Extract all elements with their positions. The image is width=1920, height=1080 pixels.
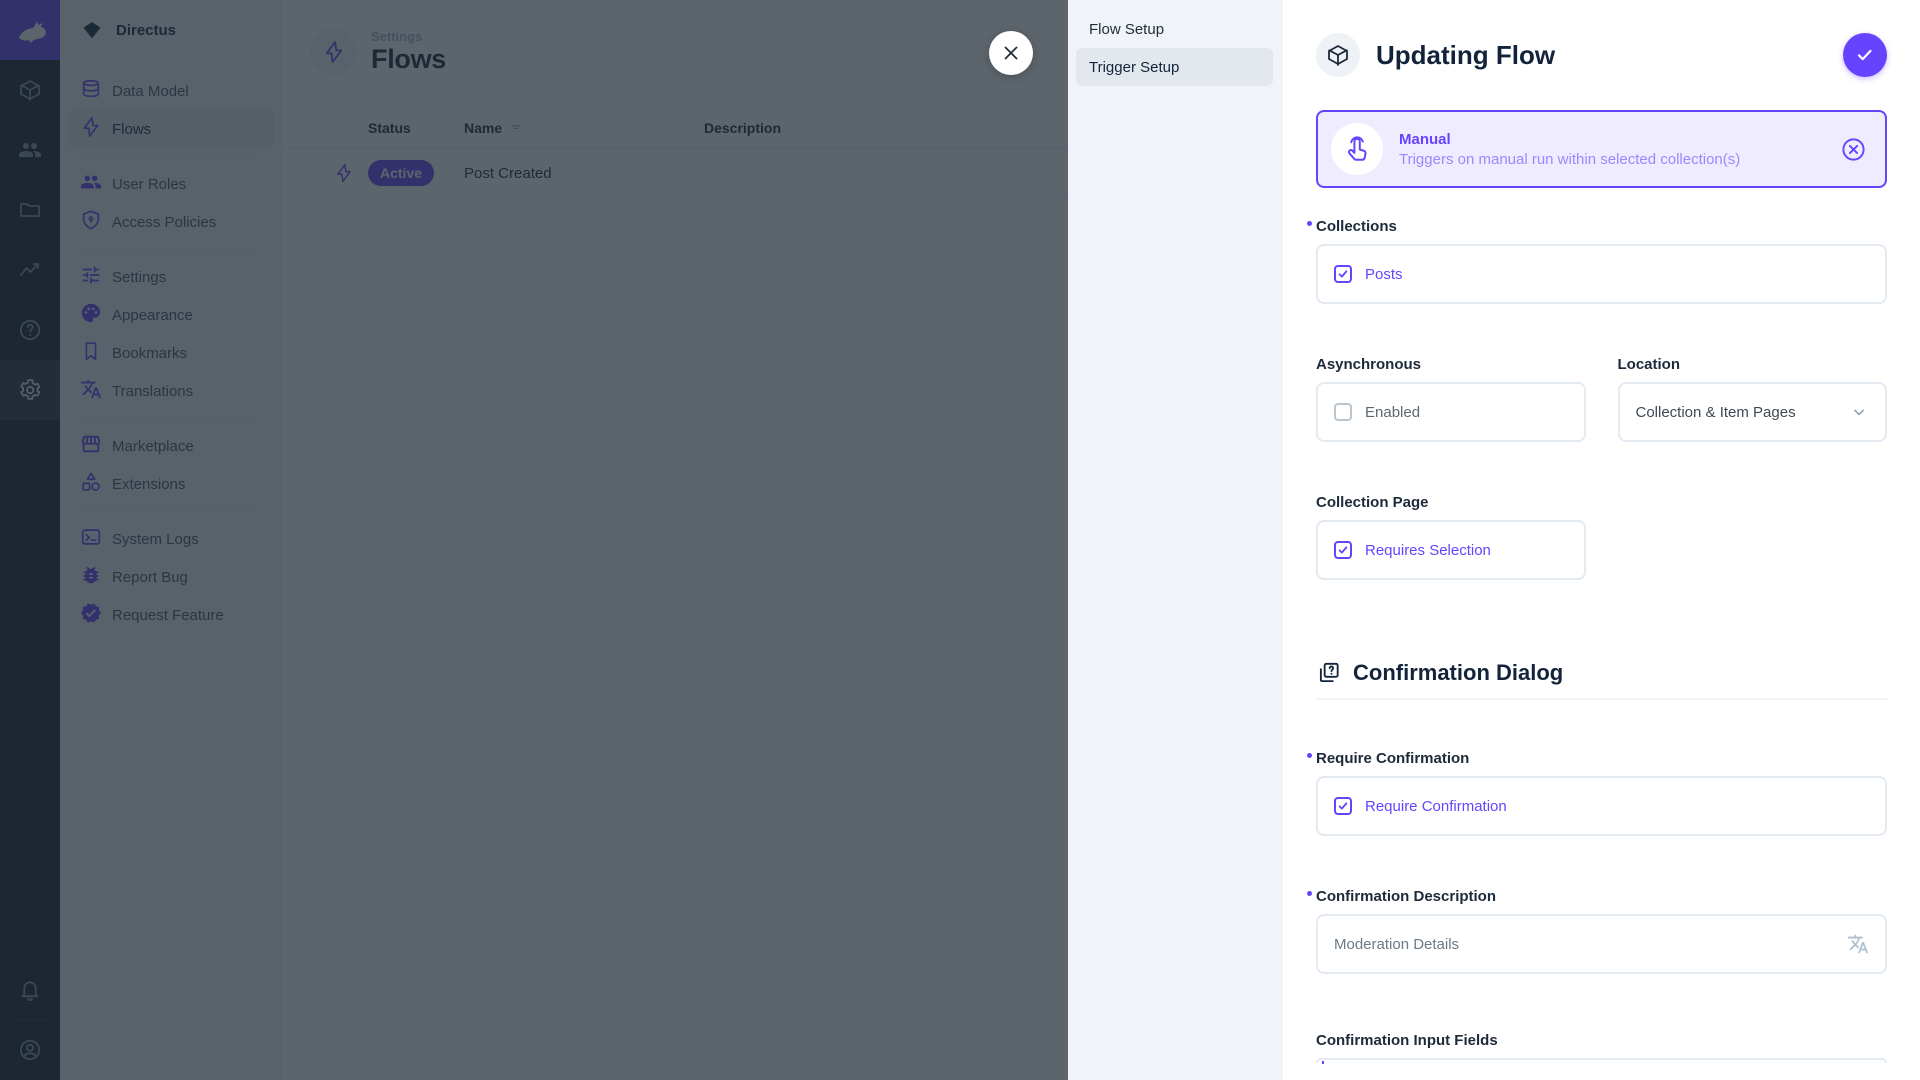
flow-drawer: Flow Setup Trigger Setup Updating Flow M… <box>1068 0 1920 1080</box>
location-field: Location Collection & Item Pages <box>1618 356 1888 442</box>
confirmation-input-fields-list[interactable] <box>1316 1058 1887 1063</box>
collection-page-field: Collection Page Requires Selection <box>1316 494 1586 580</box>
checkbox-checked-icon[interactable] <box>1334 541 1352 559</box>
location-select[interactable]: Collection & Item Pages <box>1618 382 1888 442</box>
checkbox-checked-icon[interactable] <box>1334 265 1352 283</box>
checkbox-unchecked-icon[interactable] <box>1334 403 1352 421</box>
async-location-row: Asynchronous Enabled Location Collection… <box>1316 356 1887 442</box>
asynchronous-label: Asynchronous <box>1316 356 1421 373</box>
location-value: Collection & Item Pages <box>1636 404 1796 421</box>
cancel-circle-icon[interactable] <box>1840 136 1867 163</box>
translate-icon[interactable] <box>1847 933 1869 955</box>
require-confirmation-option-label: Require Confirmation <box>1365 798 1507 815</box>
confirmation-section-header: Confirmation Dialog <box>1316 660 1887 686</box>
drawer-title: Updating Flow <box>1376 40 1555 71</box>
drawer-nav-trigger-setup[interactable]: Trigger Setup <box>1076 48 1273 86</box>
check-icon <box>1854 44 1876 66</box>
dialog-question-icon <box>1316 660 1342 686</box>
confirmation-description-field: Confirmation Description <box>1316 888 1887 974</box>
save-button[interactable] <box>1843 33 1887 77</box>
require-confirmation-field: Require Confirmation Require Confirmatio… <box>1316 750 1887 836</box>
asynchronous-option-label: Enabled <box>1365 404 1420 421</box>
confirmation-description-input[interactable] <box>1334 936 1834 953</box>
collections-option-label: Posts <box>1365 266 1403 283</box>
drawer-icon-circle <box>1316 33 1360 77</box>
section-divider <box>1316 698 1887 700</box>
collection-page-row: Collection Page Requires Selection <box>1316 494 1887 580</box>
asynchronous-field: Asynchronous Enabled <box>1316 356 1586 442</box>
drawer-header: Updating Flow <box>1316 33 1887 77</box>
drawer-nav-flow-setup[interactable]: Flow Setup <box>1076 10 1273 48</box>
chevron-down-icon <box>1849 402 1869 422</box>
collection-page-checkbox[interactable]: Requires Selection <box>1316 520 1586 580</box>
drawer-nav: Flow Setup Trigger Setup <box>1068 0 1283 1080</box>
confirmation-input-fields-field: Confirmation Input Fields <box>1316 1032 1887 1063</box>
trigger-description: Triggers on manual run within selected c… <box>1399 151 1740 168</box>
collections-label: Collections <box>1316 218 1397 235</box>
trigger-card-text: Manual Triggers on manual run within sel… <box>1399 131 1740 168</box>
drawer-close-button[interactable] <box>989 31 1033 75</box>
location-label: Location <box>1618 356 1681 373</box>
collection-page-option-label: Requires Selection <box>1365 542 1491 559</box>
close-icon <box>1000 42 1022 64</box>
empty-cell <box>1618 494 1888 580</box>
section-title: Confirmation Dialog <box>1353 660 1563 686</box>
collections-checkbox-group[interactable]: Posts <box>1316 244 1887 304</box>
trigger-title: Manual <box>1399 131 1740 148</box>
confirmation-description-box <box>1316 914 1887 974</box>
checkbox-checked-icon[interactable] <box>1334 797 1352 815</box>
collections-field: Collections Posts <box>1316 218 1887 304</box>
asynchronous-checkbox[interactable]: Enabled <box>1316 382 1586 442</box>
require-confirmation-checkbox[interactable]: Require Confirmation <box>1316 776 1887 836</box>
drawer-content: Updating Flow Manual Triggers on manual … <box>1283 0 1920 1080</box>
confirmation-description-label: Confirmation Description <box>1316 888 1496 905</box>
touch-icon <box>1331 123 1383 175</box>
manual-trigger-card[interactable]: Manual Triggers on manual run within sel… <box>1316 110 1887 188</box>
require-confirmation-label: Require Confirmation <box>1316 750 1469 767</box>
collection-page-label: Collection Page <box>1316 494 1429 511</box>
directus-app: Directus Data Model Flows User Roles Acc… <box>0 0 1920 1080</box>
box-icon <box>1326 43 1350 67</box>
confirmation-input-fields-label: Confirmation Input Fields <box>1316 1032 1498 1049</box>
